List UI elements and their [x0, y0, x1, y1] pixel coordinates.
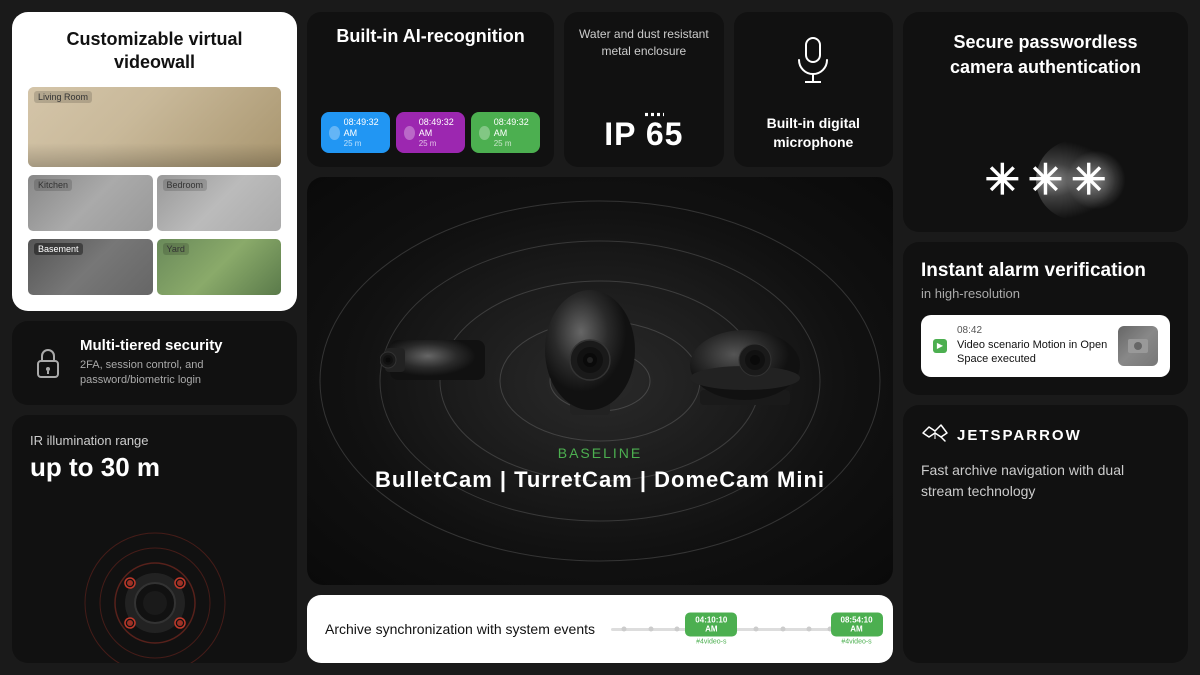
- brand-name: BASELINE: [558, 445, 642, 461]
- ir-card: IR illumination range up to 30 m: [12, 415, 297, 663]
- security-description: 2FA, session control, and password/biome…: [80, 358, 279, 389]
- timeline-label-2: #4video-s: [841, 639, 871, 646]
- room-label-yard: Yard: [163, 243, 189, 255]
- turret-cam: [530, 270, 650, 425]
- ai-badge-purple: 08:49:32 AM 25 m: [396, 112, 465, 153]
- room-kitchen: Kitchen: [28, 175, 153, 231]
- ai-dist-3: 25 m: [494, 139, 532, 148]
- notif-thumbnail: [1118, 326, 1158, 366]
- notif-time: 08:42: [957, 325, 1108, 336]
- left-column: Customizable virtual videowall Living Ro…: [12, 12, 297, 663]
- jetsparrow-logo: JETSPARROW: [921, 423, 1170, 448]
- brand-text: ASELINE: [569, 445, 642, 461]
- microphone-icon: [748, 36, 879, 86]
- timeline-label-1: #4video-s: [696, 639, 726, 646]
- dome-cam: [670, 310, 820, 415]
- security-text: Multi-tiered security 2FA, session contr…: [80, 337, 279, 389]
- ai-badge-blue-text: 08:49:32 AM 25 m: [344, 117, 382, 148]
- ai-badge-blue: 08:49:32 AM 25 m: [321, 112, 390, 153]
- timeline-dot-6: [807, 627, 812, 632]
- timeline-line: 04:10:10 AM #4video-s 08:54:10 AM #4vide…: [611, 628, 875, 631]
- timeline-dot-3: [675, 627, 680, 632]
- timeline-event-2: 08:54:10 AM #4video-s: [831, 613, 883, 646]
- mic-card: Built-in digital microphone: [734, 12, 893, 167]
- room-basement: Basement: [28, 239, 153, 295]
- room-label-living: Living Room: [34, 91, 92, 103]
- ir-camera-visual: [75, 523, 235, 663]
- timeline-dot-1: [622, 627, 627, 632]
- videowall-card: Customizable virtual videowall Living Ro…: [12, 12, 297, 311]
- timeline-event-1: 04:10:10 AM #4video-s: [685, 613, 737, 646]
- top-features: Built-in AI-recognition 08:49:32 AM 25 m…: [307, 12, 893, 167]
- lock-icon: [30, 345, 66, 381]
- archive-label: Archive synchronization with system even…: [325, 621, 595, 637]
- ir-range: up to 30 m: [30, 452, 279, 483]
- cam-model-names: BulletCam | TurretCam | DomeCam Mini: [375, 467, 825, 493]
- ip65-card: Water and dust resistant metal enclosure…: [564, 12, 723, 167]
- ir-label: IR illumination range: [30, 433, 279, 448]
- jetsparrow-description: Fast archive navigation with dual stream…: [921, 460, 1170, 502]
- passwordless-title: Secure passwordless camera authenticatio…: [921, 30, 1170, 80]
- room-label-bedroom: Bedroom: [163, 179, 208, 191]
- passwordless-card: Secure passwordless camera authenticatio…: [903, 12, 1188, 232]
- ai-card: Built-in AI-recognition 08:49:32 AM 25 m…: [307, 12, 554, 167]
- passwordless-visual: ✳ ✳ ✳: [985, 145, 1107, 214]
- notif-content: 08:42 Video scenario Motion in Open Spac…: [957, 325, 1108, 367]
- timeline-marker-2: 08:54:10 AM: [831, 613, 883, 637]
- asterisk-1: ✳: [985, 155, 1020, 204]
- notif-icon: ▶: [933, 339, 947, 353]
- alarm-title: Instant alarm verification: [921, 260, 1170, 282]
- ai-dist-1: 25 m: [344, 139, 382, 148]
- alarm-card: Instant alarm verification in high-resol…: [903, 242, 1188, 395]
- alarm-subtitle: in high-resolution: [921, 286, 1170, 301]
- archive-bar: Archive synchronization with system even…: [307, 595, 893, 663]
- brand-letter: B: [558, 445, 569, 461]
- mic-title: Built-in digital microphone: [748, 114, 879, 153]
- bullet-cam: [380, 320, 510, 405]
- ai-time-3: 08:49:32 AM: [494, 117, 532, 139]
- videowall-grid: Living Room Kitchen Bedroom Baseme: [28, 87, 281, 295]
- ai-time-2: 08:49:32 AM: [419, 117, 457, 139]
- room-bedroom: Bedroom: [157, 175, 282, 231]
- camera-display: BASELINE BulletCam | TurretCam | DomeCam…: [307, 177, 893, 585]
- person-icon-2: [404, 126, 415, 140]
- alarm-notification: ▶ 08:42 Video scenario Motion in Open Sp…: [921, 315, 1170, 377]
- ai-title: Built-in AI-recognition: [321, 26, 540, 47]
- timeline-dot-5: [780, 627, 785, 632]
- timeline-dot-4: [754, 627, 759, 632]
- security-card: Multi-tiered security 2FA, session contr…: [12, 321, 297, 405]
- jetsparrow-name: JETSPARROW: [957, 427, 1082, 444]
- timeline-marker-1: 04:10:10 AM: [685, 613, 737, 637]
- ai-dist-2: 25 m: [419, 139, 457, 148]
- room-yard: Yard: [157, 239, 282, 295]
- particle-effect: [1036, 140, 1116, 220]
- ai-badges: 08:49:32 AM 25 m 08:49:32 AM 25 m: [321, 112, 540, 153]
- room-row2: Kitchen Bedroom: [28, 175, 281, 231]
- security-title: Multi-tiered security: [80, 337, 279, 354]
- archive-timeline: 04:10:10 AM #4video-s 08:54:10 AM #4vide…: [611, 617, 875, 641]
- jetsparrow-card: JETSPARROW Fast archive navigation with …: [903, 405, 1188, 663]
- ai-time-1: 08:49:32 AM: [344, 117, 382, 139]
- ai-badge-green: 08:49:32 AM 25 m: [471, 112, 540, 153]
- jetsparrow-icon: [921, 423, 949, 448]
- timeline-dot-2: [648, 627, 653, 632]
- ai-badge-purple-text: 08:49:32 AM 25 m: [419, 117, 457, 148]
- main-grid: Customizable virtual videowall Living Ro…: [0, 0, 1200, 675]
- right-column: Secure passwordless camera authenticatio…: [903, 12, 1188, 663]
- ip65-label: Water and dust resistant metal enclosure: [578, 26, 709, 60]
- thumb-image: [1118, 326, 1158, 366]
- center-column: Built-in AI-recognition 08:49:32 AM 25 m…: [307, 12, 893, 663]
- person-icon: [329, 126, 340, 140]
- room-label-kitchen: Kitchen: [34, 179, 72, 191]
- ai-badge-green-text: 08:49:32 AM 25 m: [494, 117, 532, 148]
- room-living: Living Room: [28, 87, 281, 167]
- videowall-title: Customizable virtual videowall: [28, 28, 281, 75]
- car-icon: [479, 126, 490, 140]
- room-label-basement: Basement: [34, 243, 83, 255]
- ip65-badge: IP 65: [578, 116, 709, 153]
- notif-text: Video scenario Motion in Open Space exec…: [957, 338, 1108, 367]
- camera-trio: [380, 270, 820, 425]
- room-row3: Basement Yard: [28, 239, 281, 295]
